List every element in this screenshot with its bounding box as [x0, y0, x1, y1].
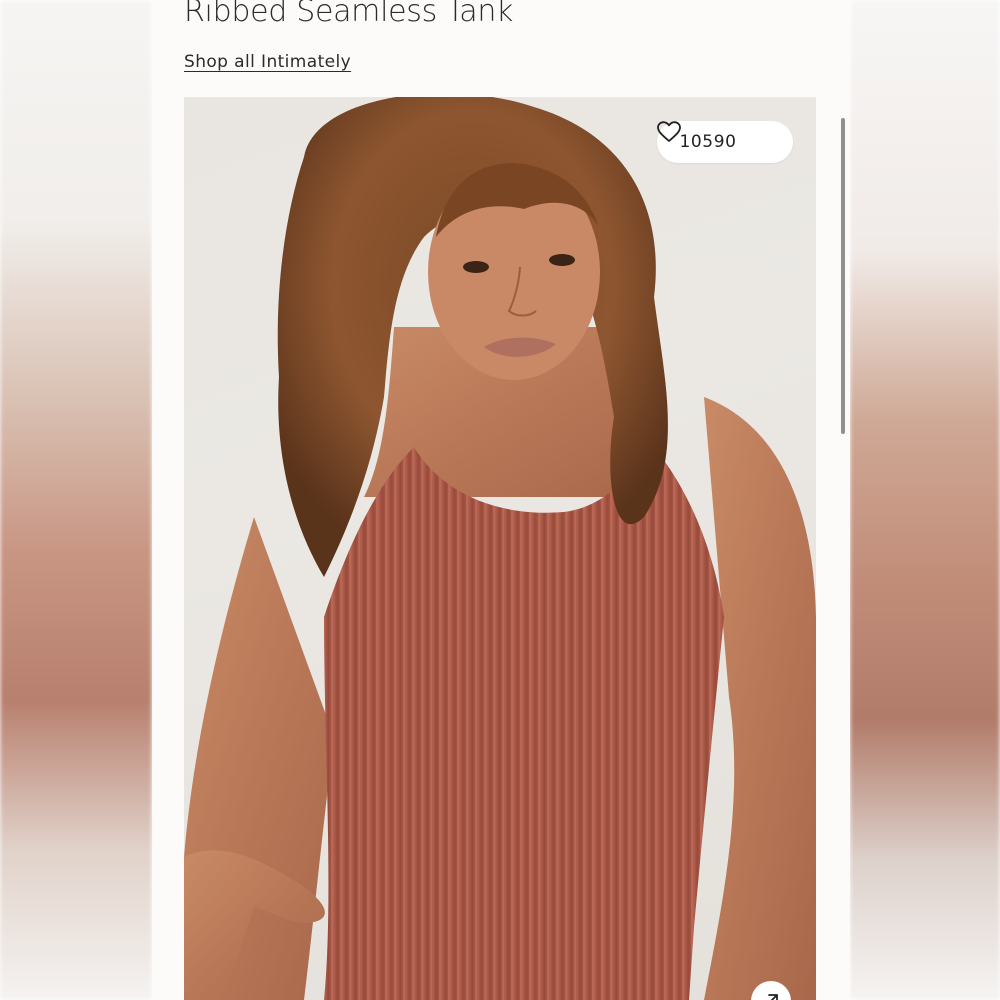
shop-all-link[interactable]: Shop all Intimately — [184, 52, 351, 72]
favorite-button[interactable]: 10590 — [657, 121, 793, 163]
product-title: Ribbed Seamless Tank — [184, 0, 514, 29]
backdrop-right-blur — [850, 0, 1000, 1000]
product-image[interactable]: 10590 — [184, 97, 816, 1000]
heart-icon — [657, 121, 771, 153]
expand-arrow-icon — [768, 994, 778, 1000]
product-photo — [184, 97, 816, 1000]
backdrop-left-blur — [0, 0, 152, 1000]
product-page: Ribbed Seamless Tank Shop all Intimately — [152, 0, 850, 1000]
favorite-count: 10590 — [679, 132, 737, 152]
scrollbar[interactable] — [841, 118, 845, 434]
expand-image-button[interactable] — [751, 981, 791, 1000]
